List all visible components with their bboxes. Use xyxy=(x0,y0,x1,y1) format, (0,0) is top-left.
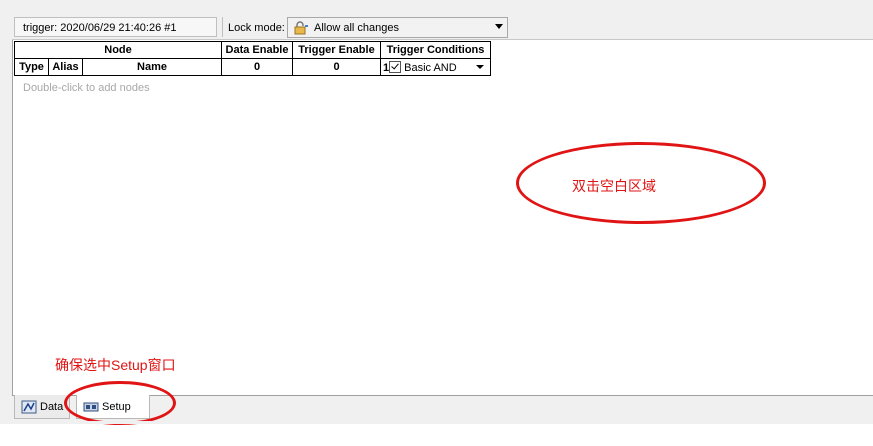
trigger-enable-count: 0 xyxy=(292,58,381,76)
annotation-double-click: 双击空白区域 xyxy=(572,178,656,194)
col-trigger-enable[interactable]: Trigger Enable xyxy=(292,41,381,59)
trigger-condition-dropdown[interactable]: 1 Basic AND xyxy=(380,58,491,76)
empty-hint: Double-click to add nodes xyxy=(23,82,150,94)
data-enable-count: 0 xyxy=(221,58,293,76)
status-strip xyxy=(0,421,873,424)
data-icon xyxy=(21,400,37,414)
tab-data-label: Data xyxy=(40,400,64,413)
col-type[interactable]: Type xyxy=(14,58,49,76)
col-data-enable[interactable]: Data Enable xyxy=(221,41,293,59)
lock-mode-dropdown[interactable]: Allow all changes xyxy=(287,17,508,38)
lock-mode-value: Allow all changes xyxy=(314,21,399,34)
node-table: Node Data Enable Trigger Enable Trigger … xyxy=(14,41,491,76)
chevron-down-icon[interactable] xyxy=(495,24,503,29)
annotation-ellipse xyxy=(64,381,176,425)
trigger-info: trigger: 2020/06/29 21:40:26 #1 xyxy=(14,17,217,37)
col-name[interactable]: Name xyxy=(82,58,222,76)
tab-data[interactable]: Data xyxy=(14,395,70,419)
condition-checkbox[interactable] xyxy=(389,60,402,73)
lock-icon xyxy=(293,20,309,35)
col-trigger-conditions[interactable]: Trigger Conditions xyxy=(380,41,491,59)
lock-mode-label: Lock mode: xyxy=(222,17,286,37)
col-alias[interactable]: Alias xyxy=(48,58,83,76)
node-group-header: Node xyxy=(14,41,222,59)
chevron-down-icon[interactable] xyxy=(476,65,484,69)
condition-value: Basic AND xyxy=(404,61,457,74)
annotation-setup: 确保选中Setup窗口 xyxy=(55,357,176,373)
